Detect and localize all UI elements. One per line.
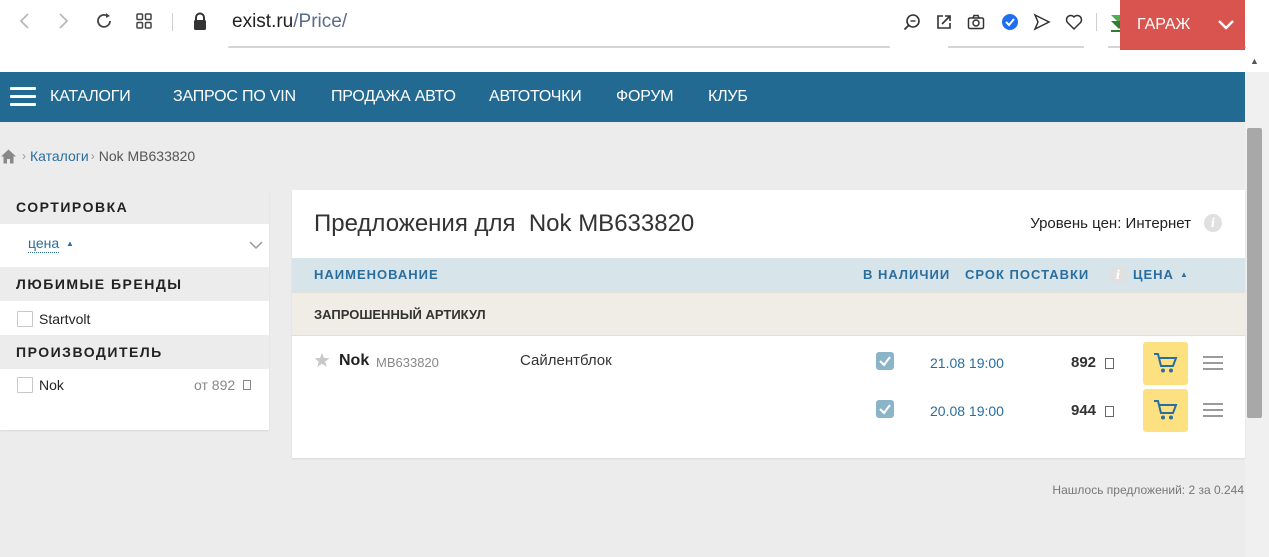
breadcrumb-catalogs-link[interactable]: Каталоги xyxy=(30,148,89,164)
manufacturer-heading: ПРОИЗВОДИТЕЛЬ xyxy=(0,335,269,369)
product-description: Сайлентблок xyxy=(520,352,612,369)
nav-vin-request[interactable]: ЗАПРОС ПО VIN xyxy=(173,72,296,122)
scroll-up-icon[interactable]: ▲ xyxy=(1250,56,1259,66)
maker-price: от 892 xyxy=(194,377,236,393)
nav-forum[interactable]: ФОРУМ xyxy=(616,72,674,122)
toolbar-divider xyxy=(1096,13,1097,31)
product-article: MB633820 xyxy=(376,355,439,370)
main-navigation: КАТАЛОГИ ЗАПРОС ПО VIN ПРОДАЖА АВТО АВТО… xyxy=(0,72,1245,122)
page-title: Предложения для Nok MB633820 xyxy=(314,210,695,237)
offer-details-icon[interactable] xyxy=(1203,356,1223,370)
sort-heading: СОРТИРОВКА xyxy=(0,190,269,224)
heart-icon[interactable] xyxy=(1064,12,1084,32)
requested-article-section: ЗАПРОШЕННЫЙ АРТИКУЛ xyxy=(292,292,1245,336)
add-to-cart-button[interactable] xyxy=(1143,389,1188,432)
sort-asc-icon: ▲ xyxy=(1180,270,1189,279)
chevron-down-icon[interactable] xyxy=(248,239,264,251)
address-underline xyxy=(228,46,890,48)
product-brand[interactable]: Nok xyxy=(339,352,369,370)
forward-icon[interactable] xyxy=(52,10,74,32)
sort-asc-icon: ▲ xyxy=(66,239,74,248)
cart-icon xyxy=(1154,400,1178,420)
delivery-date: 21.08 19:00 xyxy=(930,355,1004,371)
star-icon[interactable] xyxy=(314,352,330,368)
cart-icon xyxy=(1154,353,1178,373)
nav-car-sale[interactable]: ПРОДАЖА АВТО xyxy=(331,72,456,122)
garage-label: ГАРАЖ xyxy=(1137,16,1191,33)
info-icon[interactable]: i xyxy=(1204,214,1222,232)
lock-icon[interactable] xyxy=(192,12,208,32)
maker-label: Nok xyxy=(39,377,64,393)
column-delivery: СРОК ПОСТАВКИ xyxy=(965,267,1090,282)
send-icon[interactable] xyxy=(1032,12,1052,32)
delivery-date: 20.08 19:00 xyxy=(930,403,1004,419)
chevron-down-icon xyxy=(1218,20,1234,30)
breadcrumb-current: Nok MB633820 xyxy=(98,148,196,164)
camera-icon[interactable] xyxy=(966,12,986,32)
in-stock-check-icon xyxy=(876,352,894,370)
column-price-sort[interactable]: ЦЕНА xyxy=(1133,258,1174,292)
garage-button[interactable]: ГАРАЖ xyxy=(1120,0,1245,50)
nav-club[interactable]: КЛУБ xyxy=(708,72,748,122)
breadcrumb: › Каталоги › Nok MB633820 xyxy=(0,146,195,166)
offer-price: 944 xyxy=(1071,402,1097,419)
offers-card: Предложения для Nok MB633820 Уровень цен… xyxy=(292,190,1245,458)
url-path: /Price/ xyxy=(293,11,348,32)
brand-label: Startvolt xyxy=(39,311,91,327)
shield-check-icon[interactable] xyxy=(1000,12,1020,32)
column-availability: В НАЛИЧИИ xyxy=(863,267,951,282)
home-icon[interactable] xyxy=(0,148,17,165)
sort-select[interactable]: цена xyxy=(28,234,60,253)
maker-checkbox-nok[interactable] xyxy=(17,377,33,393)
found-offers-summary: Нашлось предложений: 2 за 0.244 xyxy=(1052,483,1244,497)
currency-icon xyxy=(1105,406,1114,417)
tabs-grid-icon[interactable] xyxy=(133,10,155,32)
breadcrumb-separator: › xyxy=(90,149,95,163)
in-stock-check-icon xyxy=(876,400,894,418)
price-level[interactable]: Уровень цен: Интернет xyxy=(1030,215,1191,232)
column-name: НАИМЕНОВАНИЕ xyxy=(314,267,439,282)
section-label: ЗАПРОШЕННЫЙ АРТИКУЛ xyxy=(314,307,486,322)
address-bar[interactable]: exist.ru/Price/ xyxy=(232,11,347,33)
menu-icon[interactable] xyxy=(10,87,36,107)
add-to-cart-button[interactable] xyxy=(1143,342,1188,385)
nav-catalogs[interactable]: КАТАЛОГИ xyxy=(50,72,131,122)
filter-sidebar: СОРТИРОВКА цена ▲ ЛЮБИМЫЕ БРЕНДЫ Startvo… xyxy=(0,190,269,430)
reload-icon[interactable] xyxy=(93,10,115,32)
scrollbar-thumb[interactable] xyxy=(1247,128,1262,418)
toolbar-divider xyxy=(172,13,173,31)
url-host: exist.ru xyxy=(232,11,294,32)
info-icon[interactable]: i xyxy=(1109,266,1127,284)
nav-autopoints[interactable]: АВТОТОЧКИ xyxy=(489,72,582,122)
currency-icon xyxy=(243,380,251,390)
offer-price: 892 xyxy=(1071,354,1097,371)
table-header: НАИМЕНОВАНИЕ В НАЛИЧИИ СРОК ПОСТАВКИ i Ц… xyxy=(292,258,1245,292)
browser-toolbar: exist.ru/Price/ xyxy=(0,0,1269,72)
share-icon[interactable] xyxy=(934,12,954,32)
currency-icon xyxy=(1105,358,1114,369)
back-icon[interactable] xyxy=(14,10,36,32)
toolbar-underline xyxy=(948,46,1084,48)
breadcrumb-separator: › xyxy=(22,149,26,163)
offer-details-icon[interactable] xyxy=(1203,403,1223,417)
search-page-icon[interactable] xyxy=(902,12,922,32)
favorite-brands-heading: ЛЮБИМЫЕ БРЕНДЫ xyxy=(0,267,269,301)
brand-checkbox-startvolt[interactable] xyxy=(17,311,33,327)
